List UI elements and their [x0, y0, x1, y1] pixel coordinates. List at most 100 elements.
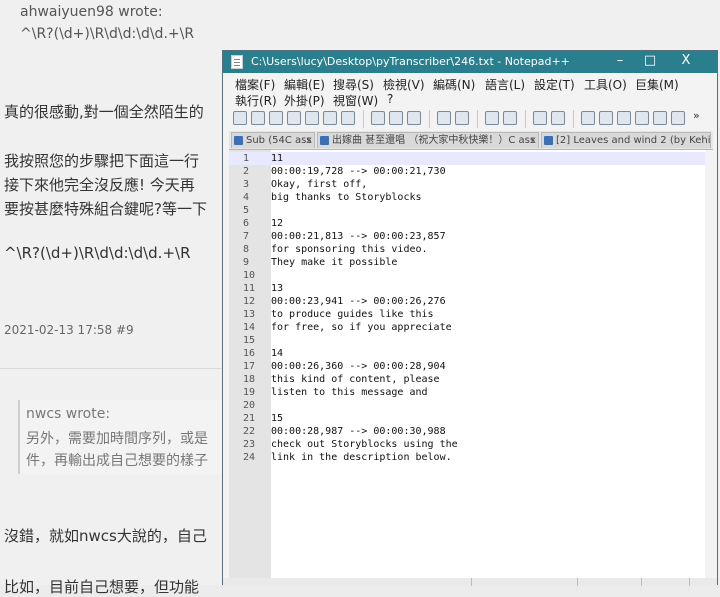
- post-paragraph: 要按甚麼特殊組合鍵呢?等一下: [4, 200, 207, 218]
- editor-line[interactable]: 1 11: [229, 152, 705, 165]
- menu-settings[interactable]: 設定(T): [534, 76, 575, 93]
- menu-plugins[interactable]: 外掛(P): [284, 92, 325, 109]
- toolbar-separator: [477, 110, 478, 128]
- paste-icon[interactable]: [407, 111, 421, 125]
- close-all-icon[interactable]: [323, 111, 337, 125]
- quote-line: 件，再輸出成自己想要的樣子: [26, 453, 208, 469]
- line-number: 11: [243, 283, 256, 294]
- notepadpp-window[interactable]: C:\Users\lucy\Desktop\pyTranscriber\246.…: [222, 50, 718, 586]
- menu-help[interactable]: ?: [387, 92, 393, 106]
- line-number: 6: [243, 218, 250, 229]
- title-bar[interactable]: C:\Users\lucy\Desktop\pyTranscriber\246.…: [223, 51, 717, 73]
- tab-close-icon[interactable]: x: [530, 133, 536, 148]
- tab-label: [2] Leaves and wind 2 (by Kehi: [556, 135, 711, 146]
- toolbar-overflow-chevron[interactable]: »: [693, 109, 700, 122]
- document-tabs: Sub (54C ass x 出嫁曲 甚至還唱 （祝大家中秋快樂！）C ass …: [229, 131, 713, 150]
- menu-view[interactable]: 檢視(V): [383, 76, 425, 93]
- file-icon: [320, 136, 329, 145]
- line-number: 21: [243, 413, 256, 424]
- open-file-icon[interactable]: [251, 111, 265, 125]
- toolbar-separator: [363, 110, 364, 128]
- toolbar-separator: [429, 110, 430, 128]
- quote-author: nwcs wrote:: [26, 406, 111, 422]
- vertical-scrollbar[interactable]: [705, 150, 715, 578]
- line-text: 00:00:26,360 --> 00:00:28,904: [271, 361, 446, 372]
- sync-scroll-icon[interactable]: [581, 111, 595, 125]
- post-paragraph: 接下來他完全沒反應! 今天再: [4, 176, 195, 194]
- line-text: 13: [271, 283, 284, 294]
- file-icon: [234, 136, 243, 145]
- line-number: 8: [243, 244, 250, 255]
- line-text: this kind of content, please: [271, 374, 440, 385]
- line-number: 7: [243, 231, 250, 242]
- tab-label: Sub (54C ass: [246, 135, 312, 146]
- tab-chujiaqu[interactable]: 出嫁曲 甚至還唱 （祝大家中秋快樂！）C ass x: [317, 132, 539, 148]
- close-button[interactable]: X: [671, 53, 701, 68]
- zoom-in-icon[interactable]: [533, 111, 547, 125]
- word-wrap-icon[interactable]: [599, 111, 613, 125]
- post-date[interactable]: 2021-02-13 17:58 #9: [4, 323, 134, 337]
- cut-icon[interactable]: [371, 111, 385, 125]
- line-number: 10: [243, 270, 256, 281]
- undo-icon[interactable]: [437, 111, 451, 125]
- find-icon[interactable]: [485, 111, 499, 125]
- save-icon[interactable]: [269, 111, 283, 125]
- tab-close-icon[interactable]: x: [306, 133, 312, 148]
- save-all-icon[interactable]: [287, 111, 301, 125]
- line-text: link in the description below.: [271, 452, 452, 463]
- redo-icon[interactable]: [455, 111, 469, 125]
- menu-language[interactable]: 語言(L): [485, 76, 525, 93]
- line-number: 17: [243, 361, 256, 372]
- line-number: 14: [243, 322, 256, 333]
- tab-leaves-and-wind[interactable]: [2] Leaves and wind 2 (by Kehi: [541, 132, 711, 148]
- close-file-icon[interactable]: [305, 111, 319, 125]
- line-number: 2: [243, 166, 250, 177]
- function-list-icon[interactable]: [671, 111, 685, 125]
- tab-sub[interactable]: Sub (54C ass x: [231, 132, 315, 148]
- menu-bar: 檔案(F) 編輯(E) 搜尋(S) 檢視(V) 編碼(N) 語言(L) 設定(T…: [223, 73, 717, 109]
- line-number: 9: [243, 257, 250, 268]
- post-regex-text: ^\R?(\d+)\R\d\d:\d\d.+\R: [4, 244, 191, 262]
- menu-encoding[interactable]: 編碼(N): [433, 76, 475, 93]
- new-file-icon[interactable]: [233, 111, 247, 125]
- quote-author: ahwaiyuen98 wrote:: [20, 4, 163, 20]
- quote-text: ^\R?(\d+)\R\d\d:\d\d.+\R: [20, 26, 195, 42]
- show-all-chars-icon[interactable]: [617, 111, 631, 125]
- line-text: 14: [271, 348, 284, 359]
- quote-line: 另外，需要加時間序列，或是: [26, 431, 208, 447]
- window-title: C:\Users\lucy\Desktop\pyTranscriber\246.…: [251, 55, 570, 68]
- menu-window[interactable]: 視窗(W): [333, 92, 378, 109]
- line-text: big thanks to Storyblocks: [271, 192, 422, 203]
- line-number: 4: [243, 192, 250, 203]
- doc-map-icon[interactable]: [653, 111, 667, 125]
- line-text: 12: [271, 218, 284, 229]
- line-text: for sponsoring this video.: [271, 244, 428, 255]
- print-icon[interactable]: [341, 111, 355, 125]
- line-number: 20: [243, 400, 256, 411]
- post-paragraph: 比如，目前自己想要，但功能: [4, 578, 200, 596]
- toolbar: [229, 109, 699, 131]
- line-number: 12: [243, 296, 256, 307]
- menu-file[interactable]: 檔案(F): [235, 76, 275, 93]
- line-number: 24: [243, 452, 256, 463]
- copy-icon[interactable]: [389, 111, 403, 125]
- indent-guide-icon[interactable]: [635, 111, 649, 125]
- zoom-out-icon[interactable]: [551, 111, 565, 125]
- menu-search[interactable]: 搜尋(S): [333, 76, 374, 93]
- text-editor[interactable]: 1 11 2 00:00:19,728 --> 00:00:21,730 3 Okay, …: [229, 150, 705, 578]
- toolbar-separator: [573, 110, 574, 128]
- menu-edit[interactable]: 編輯(E): [284, 76, 325, 93]
- replace-icon[interactable]: [503, 111, 517, 125]
- maximize-button[interactable]: □: [635, 53, 665, 68]
- line-text: for free, so if you appreciate: [271, 322, 452, 333]
- line-number: 3: [243, 179, 250, 190]
- menu-macro[interactable]: 巨集(M): [635, 76, 679, 93]
- menu-run[interactable]: 執行(R): [235, 92, 277, 109]
- post-paragraph: 我按照您的步驟把下面這一行: [4, 152, 200, 170]
- menu-tools[interactable]: 工具(O): [584, 76, 627, 93]
- line-text: check out Storyblocks using the: [271, 439, 458, 450]
- line-number: 23: [243, 439, 256, 450]
- line-text: 00:00:21,813 --> 00:00:23,857: [271, 231, 446, 242]
- line-number: 18: [243, 374, 256, 385]
- minimize-button[interactable]: –: [605, 53, 635, 68]
